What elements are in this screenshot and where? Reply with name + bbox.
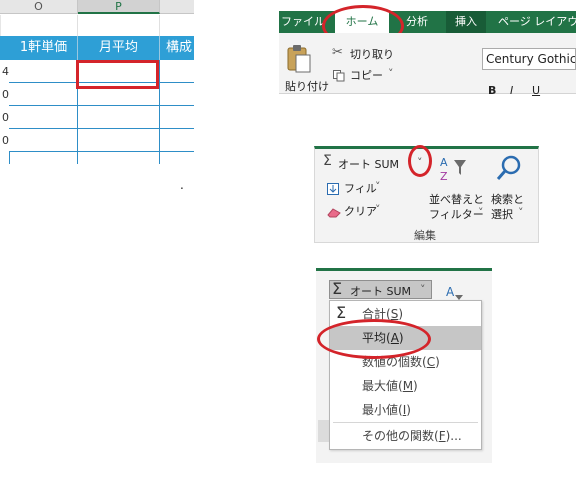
highlight-ellipse (408, 145, 432, 177)
blank-row (0, 15, 194, 36)
column-header-q[interactable] (160, 0, 194, 14)
menu-item-more-functions[interactable]: その他の関数(F)... (330, 424, 481, 448)
cell-q4[interactable] (160, 129, 194, 152)
column-header-p[interactable]: P (78, 0, 160, 14)
cell-q2[interactable] (160, 83, 194, 106)
sigma-icon: Σ (332, 279, 343, 298)
find-select-label-2[interactable]: 選択 (491, 206, 513, 222)
copy-icon[interactable] (333, 67, 345, 82)
scissors-icon[interactable]: ✂ (332, 45, 343, 60)
tab-insert[interactable]: 挿入 (446, 11, 486, 33)
cell-o1[interactable] (9, 60, 78, 83)
sort-filter-label-2[interactable]: フィルター (429, 206, 484, 222)
row-number: 0 (2, 111, 9, 124)
fill-button[interactable]: フィル (344, 180, 377, 196)
sort-filter-dropdown-arrow[interactable]: ˅ (478, 206, 484, 219)
highlight-ellipse (317, 319, 431, 359)
font-name-box[interactable]: Century Gothic (482, 48, 576, 70)
cell-o3[interactable] (9, 106, 78, 129)
bold-button[interactable]: B (488, 84, 496, 97)
cell-p4[interactable] (78, 129, 160, 152)
tab-page-layout[interactable]: ページ レイアウ (498, 11, 576, 33)
menu-item-min[interactable]: 最小値(I) (330, 398, 481, 422)
sort-filter-icon[interactable]: A Z (438, 154, 468, 184)
cell-o2[interactable] (9, 83, 78, 106)
grid-line (159, 152, 160, 164)
grid-line (77, 152, 78, 164)
find-select-dropdown-arrow[interactable]: ˅ (518, 206, 524, 219)
sigma-icon[interactable]: Σ (323, 153, 332, 169)
fill-down-icon[interactable] (327, 180, 339, 195)
header-unit-price[interactable]: 1軒単価 (0, 36, 78, 60)
cell-o4[interactable] (9, 129, 78, 152)
grid-line (0, 15, 1, 36)
fill-dropdown-arrow[interactable]: ˅ (375, 180, 381, 193)
row-number: 0 (2, 88, 9, 101)
menu-separator (333, 422, 478, 423)
cell-q3[interactable] (160, 106, 194, 129)
find-select-label-1[interactable]: 検索と (491, 191, 524, 207)
highlight-rectangle (76, 60, 159, 89)
row-number: 0 (2, 134, 9, 147)
clear-button[interactable]: クリア (344, 203, 377, 219)
svg-text:A: A (446, 285, 455, 299)
svg-text:A: A (440, 156, 448, 169)
autosum-dropdown-arrow[interactable]: ˅ (420, 283, 426, 296)
autosum-button[interactable]: オート SUM (350, 283, 411, 299)
grid-line (9, 152, 10, 164)
cut-button[interactable]: 切り取り (350, 46, 394, 62)
search-icon[interactable] (496, 155, 522, 183)
copy-button[interactable]: コピー (350, 67, 383, 83)
sort-filter-label-1[interactable]: 並べ替えと (429, 191, 484, 207)
column-header-o[interactable]: O (0, 0, 78, 14)
cell-p3[interactable] (78, 106, 160, 129)
autosum-button[interactable]: オート SUM (338, 156, 399, 172)
tab-file[interactable]: ファイル (281, 11, 325, 33)
grid-line (159, 15, 160, 36)
copy-dropdown-arrow[interactable]: ˅ (388, 67, 394, 80)
header-composition[interactable]: 構成 (160, 36, 194, 60)
svg-text:Z: Z (440, 170, 448, 183)
sort-icon: A (444, 282, 464, 302)
italic-button[interactable]: I (510, 84, 513, 97)
eraser-icon[interactable] (327, 203, 341, 218)
stray-dot: . (180, 178, 184, 192)
row-number: 4 (2, 65, 9, 78)
editing-group-label: 編集 (414, 229, 436, 242)
grid-line (77, 15, 78, 36)
menu-item-max[interactable]: 最大値(M) (330, 374, 481, 398)
tab-analyze[interactable]: 分析 (398, 11, 436, 33)
paste-icon[interactable] (286, 44, 312, 74)
underline-button[interactable]: U (532, 84, 540, 97)
clear-dropdown-arrow[interactable]: ˅ (375, 203, 381, 216)
header-monthly-average[interactable]: 月平均 (78, 36, 160, 60)
paste-button[interactable]: 貼り付け (285, 78, 329, 94)
cell-q1[interactable] (160, 60, 194, 83)
